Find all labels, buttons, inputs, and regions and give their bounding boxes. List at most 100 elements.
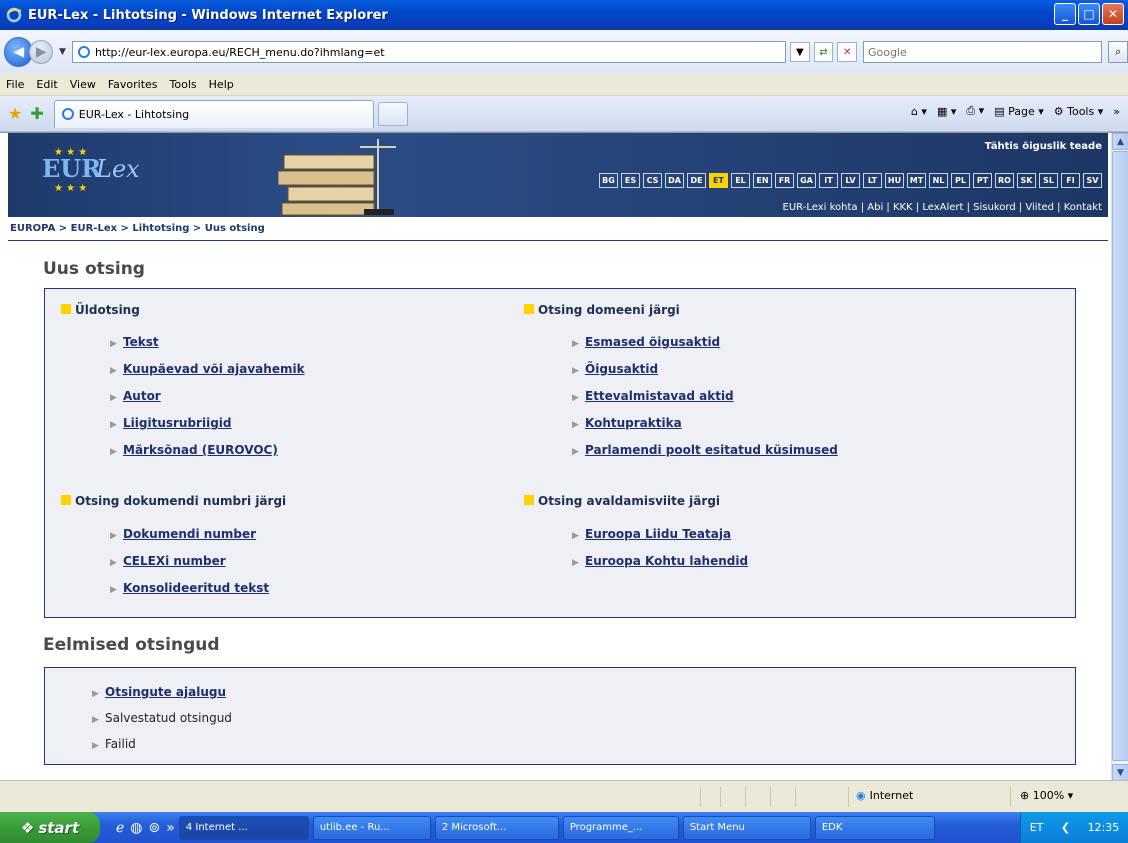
close-button[interactable]: ✕ [1102, 3, 1124, 25]
language-lt[interactable]: LT [863, 173, 882, 188]
chevron-more-icon[interactable]: » [1113, 105, 1120, 118]
home-icon[interactable]: ⌂ ▾ [911, 105, 927, 118]
arrow-icon: ▶ [572, 366, 579, 376]
opera-quicklaunch-icon[interactable]: ⊚ [149, 820, 161, 836]
top-links[interactable]: EUR-Lexi kohta | Abi | KKK | LexAlert | … [8, 197, 1108, 217]
link-parliament-questions[interactable]: Parlamendi poolt esitatud küsimused [585, 443, 838, 457]
menu-view[interactable]: View [70, 78, 96, 91]
task-word[interactable]: 2 Microsoft... [434, 815, 559, 840]
link-official-journal[interactable]: Euroopa Liidu Teataja [585, 527, 731, 541]
language-lv[interactable]: LV [841, 173, 860, 188]
history-dropdown-icon[interactable]: ▼ [59, 47, 66, 57]
language-bg[interactable]: BG [599, 173, 618, 188]
refresh-icon[interactable]: ⇄ [813, 42, 834, 62]
feeds-icon[interactable]: ▦ ▾ [937, 105, 956, 118]
search-icon[interactable]: ⌕ [1108, 41, 1128, 63]
scroll-up-icon[interactable]: ▲ [1112, 133, 1128, 150]
scroll-thumb[interactable] [1112, 151, 1128, 761]
language-da[interactable]: DA [665, 173, 684, 188]
language-es[interactable]: ES [621, 173, 640, 188]
language-pt[interactable]: PT [973, 173, 992, 188]
tools-menu[interactable]: ⚙ Tools ▾ [1054, 105, 1104, 118]
link-primary-law[interactable]: Esmased õigusaktid [585, 335, 720, 349]
language-fi[interactable]: FI [1061, 173, 1080, 188]
task-utlib[interactable]: utlib.ee - Ru... [312, 815, 431, 840]
link-text[interactable]: Tekst [123, 335, 159, 349]
zoom-control[interactable]: ⊕ 100% ▾ [1020, 789, 1073, 802]
arrow-icon: ▶ [110, 447, 117, 457]
scroll-down-icon[interactable]: ▼ [1112, 764, 1128, 781]
link-document-number[interactable]: Dokumendi number [123, 527, 256, 541]
link-legal-acts[interactable]: Õigusaktid [585, 362, 658, 376]
link-court-reports[interactable]: Euroopa Kohtu lahendid [585, 554, 748, 568]
language-sv[interactable]: SV [1083, 173, 1102, 188]
legal-notice-link[interactable]: Tähtis õiguslik teade [985, 141, 1102, 152]
add-favorite-icon[interactable]: ✚ [30, 104, 43, 123]
language-et[interactable]: ET [709, 173, 728, 188]
language-fr[interactable]: FR [775, 173, 794, 188]
menu-tools[interactable]: Tools [170, 78, 197, 91]
firefox-quicklaunch-icon[interactable]: ◍ [130, 820, 142, 836]
address-bar: ◀ ▶ ▼ http://eur-lex.europa.eu/RECH_menu… [0, 30, 1128, 74]
breadcrumb[interactable]: EUROPA > EUR-Lex > Lihtotsing > Uus otsi… [10, 223, 265, 234]
language-ro[interactable]: RO [995, 173, 1014, 188]
task-edk[interactable]: EDK [814, 815, 935, 840]
more-quicklaunch-icon[interactable]: » [166, 820, 175, 836]
link-author[interactable]: Autor [123, 389, 161, 403]
menu-edit[interactable]: Edit [36, 78, 57, 91]
link-dates[interactable]: Kuupäevad või ajavahemik [123, 362, 305, 376]
task-programme[interactable]: Programme_... [562, 815, 679, 840]
language-el[interactable]: EL [731, 173, 750, 188]
forward-button[interactable]: ▶ [29, 40, 54, 64]
language-pl[interactable]: PL [951, 173, 970, 188]
link-case-law[interactable]: Kohtupraktika [585, 416, 682, 430]
language-hu[interactable]: HU [885, 173, 904, 188]
link-eurovoc[interactable]: Märksõnad (EUROVOC) [123, 443, 278, 457]
language-en[interactable]: EN [753, 173, 772, 188]
vertical-scrollbar[interactable]: ▲ ▼ [1111, 133, 1128, 781]
link-search-history[interactable]: Otsingute ajalugu [105, 685, 226, 699]
print-icon[interactable]: ⎙ ▾ [966, 104, 984, 118]
zoom-value: 100% [1032, 789, 1065, 802]
language-nl[interactable]: NL [929, 173, 948, 188]
language-sk[interactable]: SK [1017, 173, 1036, 188]
language-indicator[interactable]: ET [1030, 821, 1044, 834]
task-internet-explorer[interactable]: 4 Internet ... [178, 815, 309, 840]
link-celex-number[interactable]: CELEXi number [123, 554, 226, 568]
search-input[interactable] [867, 45, 1102, 59]
page-menu[interactable]: ▤ Page ▾ [994, 105, 1044, 118]
ie-quicklaunch-icon[interactable]: ℯ [116, 820, 124, 836]
menu-file[interactable]: File [6, 78, 24, 91]
url-dropdown-icon[interactable]: ▼ [790, 42, 810, 62]
link-preparatory-acts[interactable]: Ettevalmistavad aktid [585, 389, 734, 403]
window-title: EUR-Lex - Lihtotsing - Windows Internet … [28, 7, 388, 23]
minimize-button[interactable]: _ [1054, 3, 1076, 25]
task-start-menu[interactable]: Start Menu [682, 815, 811, 840]
maximize-button[interactable]: □ [1078, 3, 1100, 25]
language-mt[interactable]: MT [907, 173, 926, 188]
favorites-star-icon[interactable]: ★ [8, 104, 22, 123]
link-consolidated-text[interactable]: Konsolideeritud tekst [123, 581, 269, 595]
url-text: http://eur-lex.europa.eu/RECH_menu.do?ih… [94, 45, 385, 59]
magnifier-icon: ⊕ [1020, 789, 1030, 802]
section-publication-title: Otsing avaldamisviite järgi [524, 494, 720, 508]
security-zone[interactable]: ◉ Internet [856, 789, 913, 802]
start-button[interactable]: ❖ start [0, 812, 100, 843]
stop-icon[interactable]: ✕ [837, 42, 857, 62]
link-classification[interactable]: Liigitusrubriigid [123, 416, 232, 430]
menu-favorites[interactable]: Favorites [108, 78, 158, 91]
search-box[interactable] [862, 41, 1103, 63]
tab-eurlex[interactable]: EUR-Lex - Lihtotsing [53, 99, 374, 128]
language-it[interactable]: IT [819, 173, 838, 188]
ie-tab-icon [61, 108, 74, 120]
language-de[interactable]: DE [687, 173, 706, 188]
new-tab-button[interactable] [377, 101, 408, 126]
language-ga[interactable]: GA [797, 173, 816, 188]
language-cs[interactable]: CS [643, 173, 662, 188]
menu-help[interactable]: Help [209, 78, 234, 91]
tray-arrow-icon[interactable]: ❮ [1061, 821, 1070, 834]
url-field[interactable]: http://eur-lex.europa.eu/RECH_menu.do?ih… [71, 41, 786, 63]
eurlex-logo[interactable]: EUR Lex ★ ★ ★ ★ ★ ★ [34, 141, 154, 193]
arrow-icon: ▶ [92, 741, 99, 751]
language-sl[interactable]: SL [1039, 173, 1058, 188]
